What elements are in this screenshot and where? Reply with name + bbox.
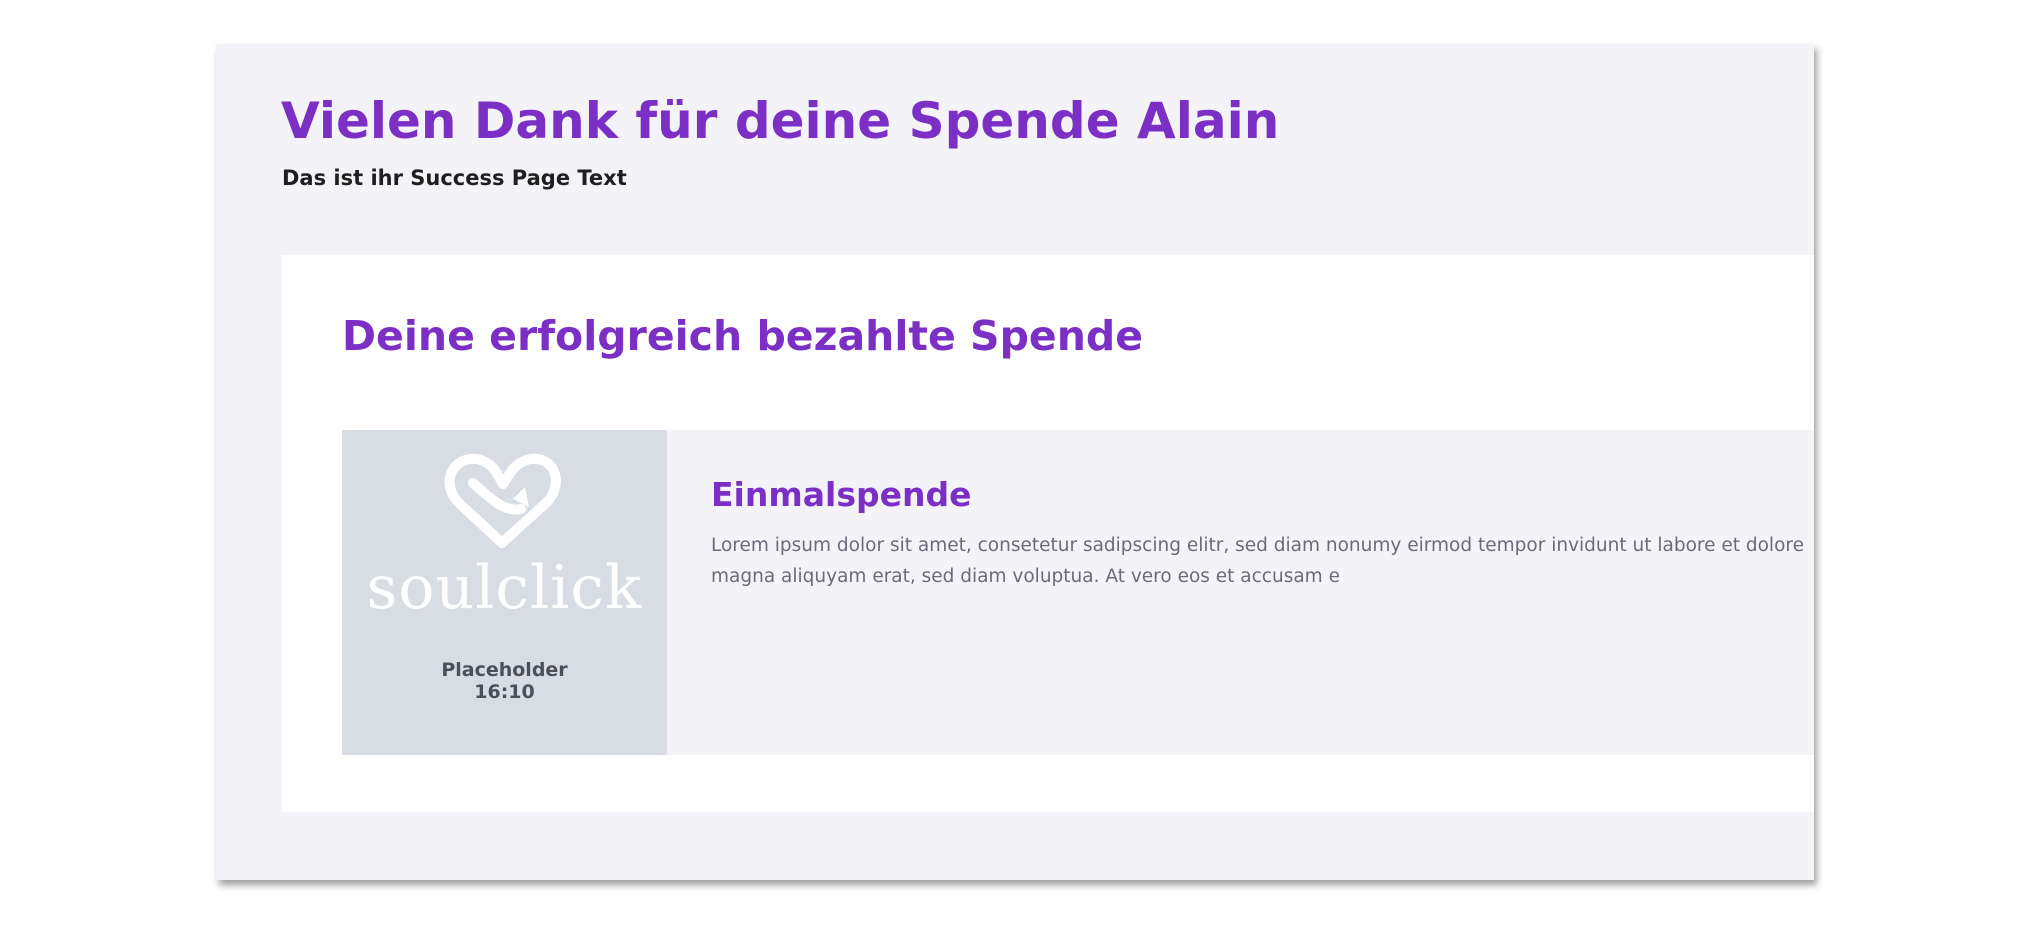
- card-title: Deine erfolgreich bezahlte Spende: [342, 312, 1144, 360]
- page-subtitle: Das ist ihr Success Page Text: [282, 166, 627, 190]
- soulclick-heart-logo-icon: [444, 453, 561, 548]
- soulclick-logo-text: soulclick: [366, 553, 643, 623]
- donation-image-placeholder: soulclick Placeholder 16:10: [342, 430, 667, 755]
- donation-description: Lorem ipsum dolor sit amet, consetetur s…: [711, 535, 1804, 587]
- donation-summary-card: Deine erfolgreich bezahlte Spende soulcl…: [282, 255, 1814, 812]
- page-title: Vielen Dank für deine Spende Alain: [281, 92, 1280, 150]
- placeholder-label: Placeholder: [441, 659, 568, 681]
- success-page: Vielen Dank für deine Spende Alain Das i…: [216, 44, 1814, 880]
- donation-type: Einmalspende: [711, 475, 972, 514]
- placeholder-ratio: 16:10: [474, 681, 535, 703]
- donation-item: soulclick Placeholder 16:10 Einmalspende…: [342, 430, 1814, 755]
